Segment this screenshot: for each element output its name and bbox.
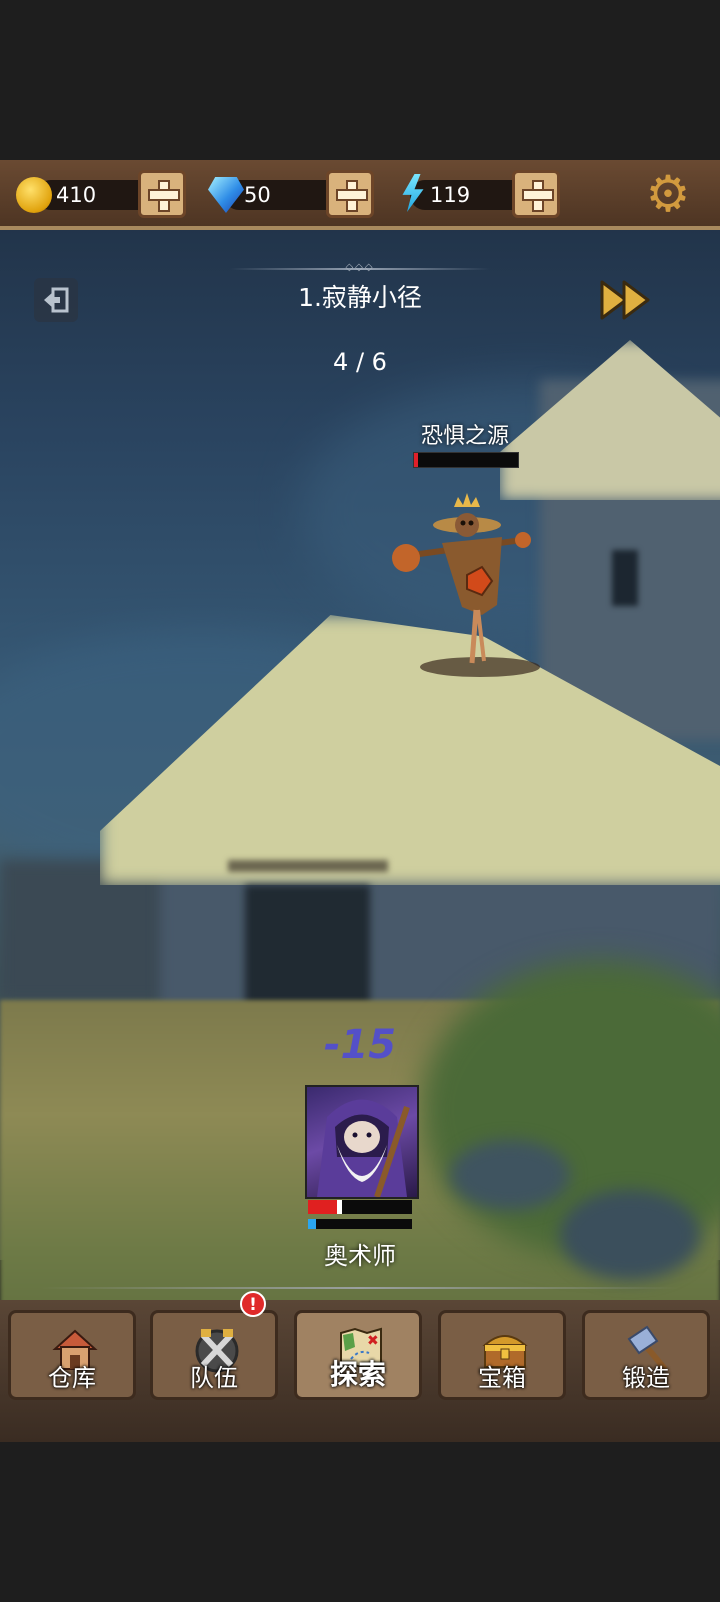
- hero-hp-fill: [308, 1200, 343, 1214]
- wave-progress: 4 / 6: [333, 348, 387, 376]
- resource-bar: 410 50 119 ⚙: [0, 160, 720, 230]
- tab-label: 队伍: [190, 1364, 238, 1392]
- tab-label: 锻造: [622, 1364, 670, 1392]
- tab-forge[interactable]: 锻造: [582, 1310, 710, 1400]
- gold-value: 410: [56, 183, 97, 207]
- hero-mp-fill: [308, 1219, 317, 1229]
- team-alert-badge: !: [240, 1291, 266, 1317]
- add-energy-button[interactable]: [512, 170, 560, 218]
- tab-treasure[interactable]: 宝箱: [438, 1310, 566, 1400]
- wizard-portrait-art: [317, 1099, 410, 1197]
- damage-number: -15: [323, 1022, 397, 1068]
- add-gems-button[interactable]: [326, 170, 374, 218]
- title-ornament: ◇◇◇: [345, 262, 375, 273]
- gem-value: 50: [244, 183, 271, 207]
- gold-coin-icon: [16, 177, 52, 213]
- game-screen: 410 50 119 ⚙ ◇◇◇ 1.寂静小径 4 / 6 恐惧之源 -15 奥…: [0, 160, 720, 1442]
- tab-label: 探索: [329, 1358, 386, 1391]
- tab-explore[interactable]: ✖ 探索: [294, 1310, 422, 1400]
- enemy-hp-fill: [414, 453, 419, 467]
- enemy-hp-bar: [413, 452, 519, 468]
- tab-label: 宝箱: [478, 1364, 526, 1392]
- tab-warehouse[interactable]: 仓库: [8, 1310, 136, 1400]
- enemy-name: 恐惧之源: [420, 424, 509, 449]
- add-gold-button[interactable]: [138, 170, 186, 218]
- fast-forward-icon: [600, 280, 650, 320]
- scarecrow-enemy[interactable]: [392, 485, 542, 685]
- settings-gear-icon[interactable]: ⚙: [644, 169, 692, 219]
- nav-divider: [40, 1287, 680, 1289]
- energy-value: 119: [430, 183, 471, 207]
- arcanist-portrait[interactable]: [305, 1085, 419, 1199]
- tab-label: 仓库: [48, 1364, 96, 1392]
- hero-hp-bar: [308, 1200, 412, 1214]
- svg-text:✖: ✖: [367, 1333, 379, 1349]
- fast-forward-button[interactable]: [598, 278, 654, 322]
- hero-name: 奥术师: [324, 1242, 396, 1270]
- hero-mp-bar: [308, 1219, 412, 1229]
- tab-team[interactable]: 队伍: [150, 1310, 278, 1400]
